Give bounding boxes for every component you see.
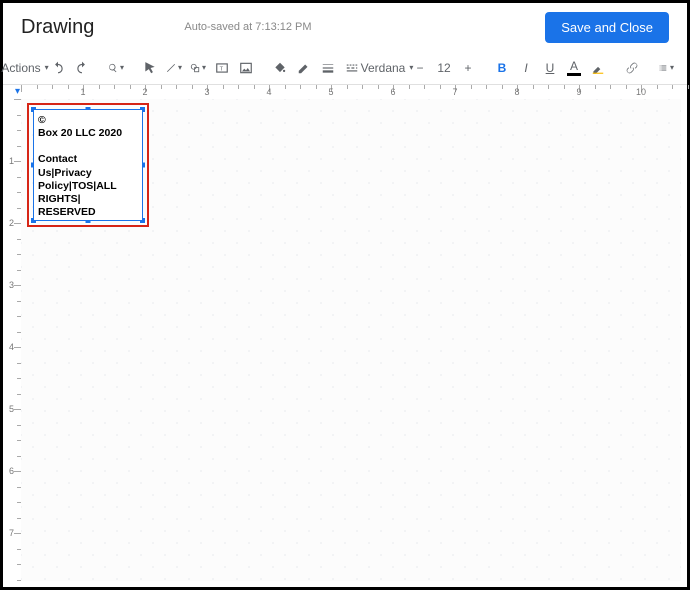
ruler-v-label: 1 [9,156,14,166]
textbox-line: Us|Privacy [38,167,138,180]
font-select[interactable]: Verdana [375,56,397,80]
bold-button[interactable]: B [491,56,513,80]
highlighter-icon [591,61,605,75]
font-size-increase[interactable]: + [457,56,479,80]
text-color-icon: A [567,59,581,76]
fill-icon [273,61,287,75]
textbox-line: Box 20 LLC 2020 [38,127,138,140]
textbox-line: RESERVED [38,206,138,219]
toolbar: Actions T Verdana − 12 + B I U A [3,51,687,85]
undo-button[interactable] [47,56,69,80]
pencil-icon [297,61,311,75]
textbox-line: Contact [38,153,138,166]
link-icon [625,61,639,75]
text-color-button[interactable]: A [563,56,585,80]
actions-menu[interactable]: Actions [13,56,35,80]
image-tool[interactable] [235,56,257,80]
drawing-canvas[interactable]: © Box 20 LLC 2020 Contact Us|Privacy Pol… [21,99,681,581]
ruler-v-label: 3 [9,280,14,290]
ruler-v-label: 6 [9,466,14,476]
font-size-value[interactable]: 12 [433,56,455,80]
image-icon [239,61,253,75]
insert-link-button[interactable] [621,56,643,80]
ruler-v-label: 7 [9,528,14,538]
italic-button[interactable]: I [515,56,537,80]
select-tool[interactable] [139,56,161,80]
ruler-h-label: 5 [328,87,333,97]
ruler-h-label: 4 [266,87,271,97]
zoom-button[interactable] [105,56,127,80]
textbox-content[interactable]: © Box 20 LLC 2020 Contact Us|Privacy Pol… [33,109,143,221]
ruler-h-label: 6 [390,87,395,97]
border-weight-button[interactable] [317,56,339,80]
ruler-h-label: 2 [142,87,147,97]
undo-icon [51,61,65,75]
highlight-color-button[interactable] [587,56,609,80]
autosave-status: Auto-saved at 7:13:12 PM [184,21,311,33]
ruler-v-label: 5 [9,404,14,414]
redo-button[interactable] [71,56,93,80]
ruler-v-label: 2 [9,218,14,228]
ruler-h-label: 3 [204,87,209,97]
textbox-line: Policy|TOS|ALL [38,180,138,193]
textbox-tool[interactable]: T [211,56,233,80]
textbox-icon: T [215,61,229,75]
horizontal-ruler: ▾ 12345678910 [21,85,681,99]
left-margin-marker[interactable]: ▾ [15,86,20,97]
ruler-h-label: 7 [452,87,457,97]
ruler-v-label: 4 [9,342,14,352]
zoom-icon [108,61,118,75]
textbox-line: © [38,114,138,127]
border-color-button[interactable] [293,56,315,80]
svg-text:T: T [220,66,224,72]
line-dash-icon [345,61,359,75]
selected-textbox[interactable]: © Box 20 LLC 2020 Contact Us|Privacy Pol… [27,103,149,227]
list-button[interactable] [655,56,677,80]
fill-color-button[interactable] [269,56,291,80]
ruler-h-label: 1 [80,87,85,97]
shape-tool[interactable] [187,56,209,80]
list-icon [658,61,668,75]
ruler-h-label: 10 [636,87,646,97]
font-size-decrease[interactable]: − [409,56,431,80]
line-tool[interactable] [163,56,185,80]
cursor-icon [143,61,157,75]
ruler-h-label: 8 [514,87,519,97]
underline-button[interactable]: U [539,56,561,80]
dialog-title: Drawing [21,16,94,39]
redo-icon [75,61,89,75]
line-icon [166,61,176,75]
ruler-h-label: 9 [576,87,581,97]
textbox-line: RIGHTS| [38,193,138,206]
line-weight-icon [321,61,335,75]
vertical-ruler: 1 2 3 4 5 6 7 [7,99,21,581]
save-and-close-button[interactable]: Save and Close [545,12,669,43]
shape-icon [190,61,200,75]
textbox-line [38,140,138,153]
